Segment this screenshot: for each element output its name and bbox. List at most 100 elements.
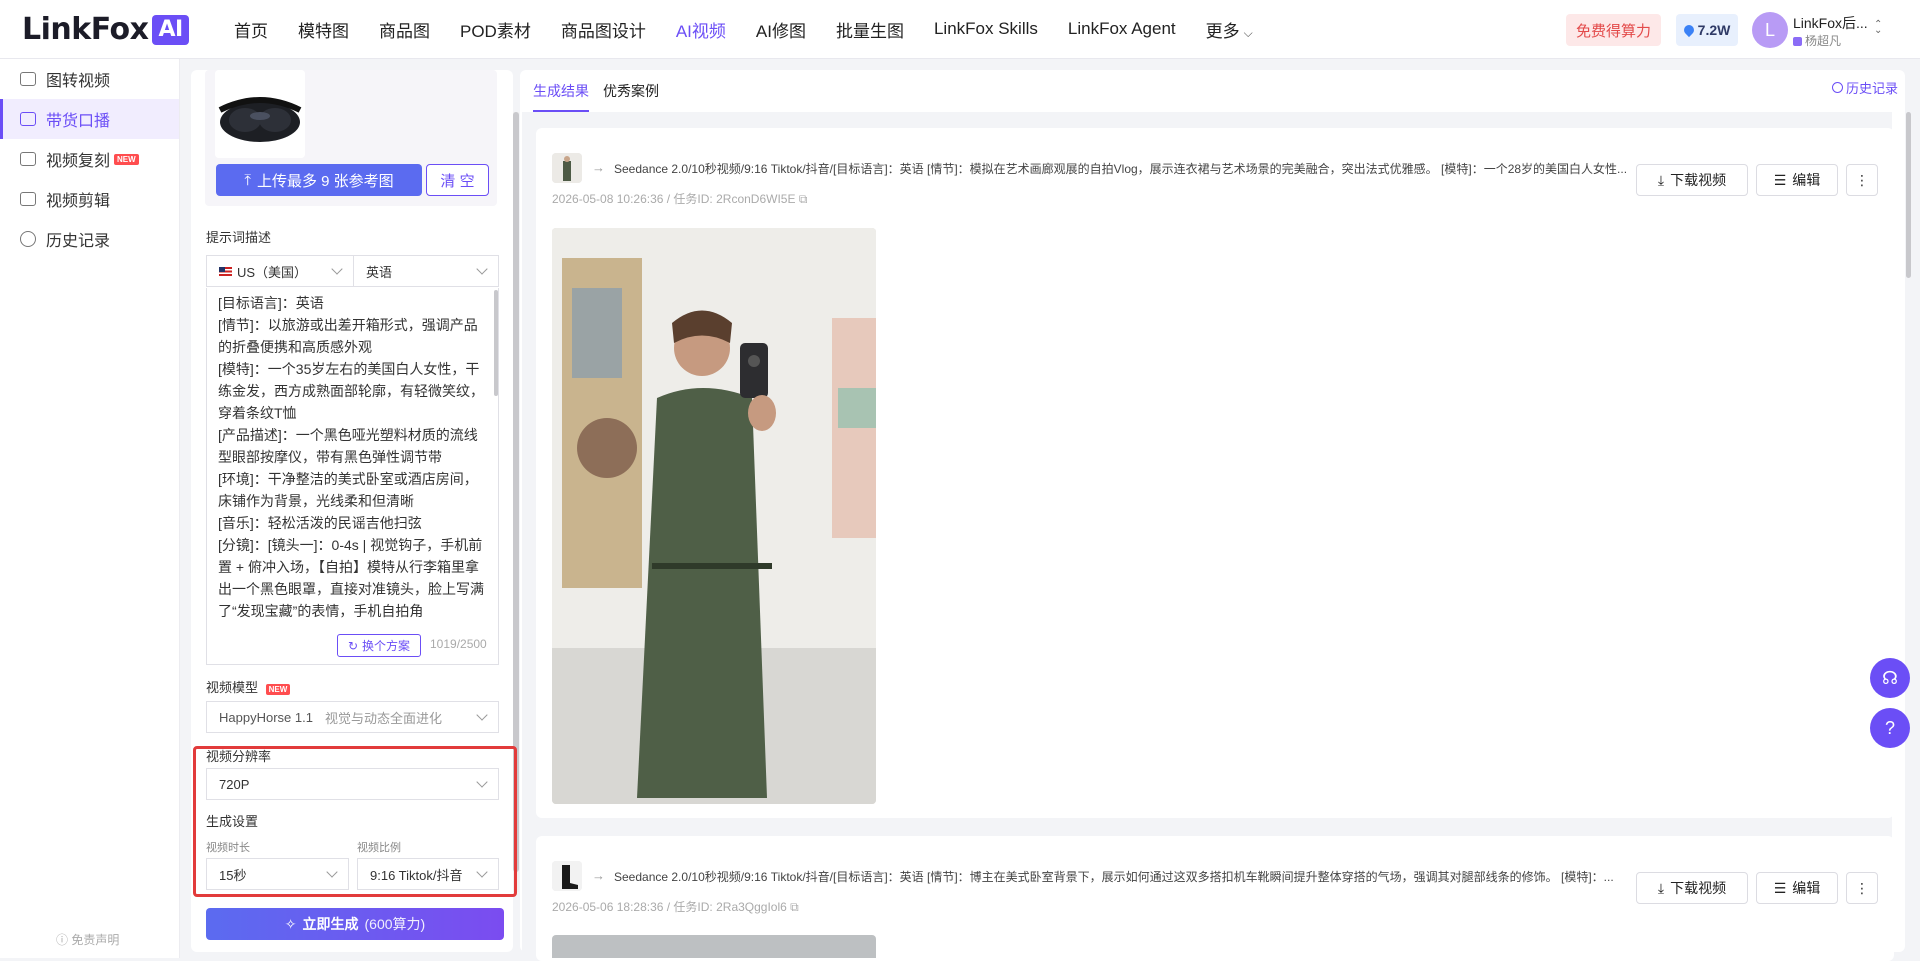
nav-home[interactable]: 首页 (234, 17, 268, 42)
copy-icon[interactable]: ⧉ (799, 192, 808, 206)
disclaimer-label: 免责声明 (71, 933, 120, 947)
free-credits-button[interactable]: 免费得算力 (1566, 14, 1661, 46)
reference-image[interactable] (215, 70, 305, 158)
more-vertical-icon: ⋮ (1855, 880, 1869, 896)
tab-results[interactable]: 生成结果 (533, 70, 589, 112)
card-thumbnail[interactable] (552, 153, 582, 183)
generate-button[interactable]: ✧ 立即生成 (600算力) (206, 908, 504, 940)
history-link[interactable]: 历史记录 (1832, 78, 1898, 97)
credit-value: 7.2W (1697, 22, 1731, 38)
top-bar: LinkFox AI 首页 模特图 商品图 POD素材 商品图设计 AI视频 AI… (0, 0, 1920, 59)
nav-pod[interactable]: POD素材 (460, 17, 531, 42)
credit-balance[interactable]: 7.2W (1676, 14, 1738, 46)
upload-icon: ⤒ (244, 171, 251, 189)
prompt-label: 提示词描述 (206, 230, 272, 245)
brand-name: LinkFox (22, 12, 149, 47)
nav-more[interactable]: 更多 ⌵ (1206, 17, 1253, 42)
edit-button[interactable]: ☰ 编辑 (1756, 872, 1838, 904)
result-video-preview[interactable] (552, 228, 876, 804)
nav-more-label: 更多 (1205, 21, 1240, 41)
card-thumbnail[interactable] (552, 861, 582, 891)
switch-plan-button[interactable]: ↻ 换个方案 (337, 634, 421, 657)
more-options-button[interactable]: ⋮ (1846, 164, 1878, 196)
nav-ai-video[interactable]: AI视频 (676, 17, 726, 42)
brand-logo[interactable]: LinkFox AI (22, 12, 189, 47)
arrow-right-icon: → (592, 868, 605, 883)
resolution-select[interactable]: 720P (206, 768, 499, 800)
brand-ai-badge: AI (152, 14, 189, 45)
resolution-value: 720P (219, 776, 250, 792)
edit-label: 编辑 (1792, 880, 1821, 896)
avatar[interactable]: L (1752, 12, 1788, 48)
generate-label: 立即生成 (302, 916, 359, 932)
video-icon (20, 152, 36, 166)
sidebar-item-label: 视频复刻 (46, 153, 111, 170)
duration-select[interactable]: 15秒 (206, 858, 349, 890)
model-label: 视频模型 NEW (206, 677, 291, 696)
edit-button[interactable]: ☰ 编辑 (1756, 164, 1838, 196)
dress-thumb-image (552, 153, 582, 183)
ratio-select[interactable]: 9:16 Tiktok/抖音 (357, 858, 499, 890)
duration-value: 15秒 (219, 867, 247, 883)
nav-batch[interactable]: 批量生图 (836, 17, 904, 42)
duration-label: 视频时长 (206, 842, 250, 854)
sliders-icon: ☰ (1773, 171, 1787, 188)
user-sub-label: 杨超凡 (1805, 34, 1842, 48)
upload-reference-button[interactable]: ⤒ 上传最多 9 张参考图 (216, 164, 422, 196)
video-icon (20, 112, 36, 126)
upload-label: 上传最多 9 张参考图 (256, 172, 394, 190)
sidebar-item-image-to-video[interactable]: 图转视频 (0, 59, 179, 99)
download-label: 下载视频 (1670, 880, 1727, 896)
help-icon: ? (1884, 717, 1895, 738)
boots-thumb-image (552, 861, 582, 891)
generate-cost: (600算力) (364, 916, 426, 932)
nav-skills[interactable]: LinkFox Skills (934, 19, 1038, 39)
tab-showcase[interactable]: 优秀案例 (603, 70, 659, 112)
arrow-right-icon: → (592, 160, 605, 175)
prompt-scrollbar[interactable] (494, 290, 498, 396)
energy-drop-icon (1681, 22, 1696, 38)
help-button[interactable]: ? (1870, 708, 1910, 748)
sidebar-item-live-selling[interactable]: 带货口播 (0, 99, 179, 139)
language-select[interactable]: 英语 (353, 255, 499, 287)
sidebar-item-label: 图转视频 (46, 73, 111, 90)
model-select[interactable]: HappyHorse 1.1 视觉与动态全面进化 (206, 701, 499, 733)
sidebar-item-video-replicate[interactable]: 视频复刻 NEW (0, 139, 179, 179)
card-title: Seedance 2.0/10秒视频/9:16 Tiktok/抖音/[目标语言]… (614, 162, 1628, 176)
result-video-preview[interactable] (552, 935, 876, 958)
chevron-down-icon (326, 866, 338, 878)
nav-product-image[interactable]: 商品图 (379, 17, 430, 42)
nav-model-image[interactable]: 模特图 (298, 17, 349, 42)
more-options-button[interactable]: ⋮ (1846, 872, 1878, 904)
more-vertical-icon: ⋮ (1855, 172, 1869, 188)
chevron-down-icon (476, 263, 488, 275)
results-scrollbar-thumb[interactable] (1906, 112, 1911, 278)
model-label-text: 视频模型 (206, 680, 259, 695)
card-meta-label: 2026-05-08 10:26:36 / 任务ID: 2RconD6WI5E (552, 192, 796, 206)
chevron-down-icon (476, 776, 488, 788)
clear-button[interactable]: 清 空 (426, 164, 489, 196)
history-label: 历史记录 (1846, 81, 1899, 96)
copy-icon[interactable]: ⧉ (790, 900, 799, 914)
download-icon: ⤓ (1657, 171, 1665, 188)
language-value: 英语 (366, 264, 393, 280)
user-name[interactable]: LinkFox后... (1793, 13, 1868, 33)
main-nav: 首页 模特图 商品图 POD素材 商品图设计 AI视频 AI修图 批量生图 Li… (234, 0, 1283, 58)
sidebar-item-history[interactable]: 历史记录 (0, 219, 179, 259)
chevron-down-icon (331, 263, 343, 275)
nav-ai-retouch[interactable]: AI修图 (756, 17, 806, 42)
prompt-textarea[interactable]: [目标语言]：英语 [情节]：以旅游或出差开箱形式，强调产品的折叠便携和高质感外… (218, 292, 488, 622)
char-counter: 1019/2500 (430, 637, 487, 651)
account-switch-icon[interactable]: ⌃ ⌄ (1874, 20, 1882, 36)
download-label: 下载视频 (1670, 172, 1727, 188)
customer-service-button[interactable]: ☊ (1870, 658, 1910, 698)
download-video-button[interactable]: ⤓ 下载视频 (1636, 164, 1748, 196)
download-video-button[interactable]: ⤓ 下载视频 (1636, 872, 1748, 904)
disclaimer-link[interactable]: ⓘ 免责声明 (56, 931, 119, 948)
nav-agent[interactable]: LinkFox Agent (1068, 19, 1176, 39)
sidebar-item-video-edit[interactable]: 视频剪辑 (0, 179, 179, 219)
eye-massager-image (215, 70, 305, 158)
results-scrollbar[interactable] (1906, 112, 1912, 957)
country-select[interactable]: US（美国） (206, 255, 354, 287)
nav-product-design[interactable]: 商品图设计 (561, 17, 646, 42)
